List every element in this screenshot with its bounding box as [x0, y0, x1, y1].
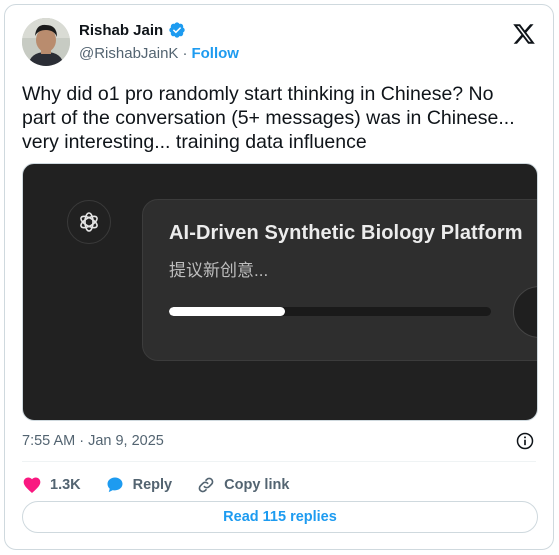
tweet-card: Rishab Jain @RishabJainK · Follow Why di… [4, 4, 554, 550]
copy-link-button[interactable]: Copy link [196, 475, 289, 495]
avatar[interactable] [22, 18, 70, 66]
copy-link-label: Copy link [224, 477, 290, 493]
like-count: 1.3K [50, 477, 81, 493]
follow-button[interactable]: Follow [191, 45, 239, 62]
author-name[interactable]: Rishab Jain [79, 22, 163, 39]
x-logo-icon[interactable] [512, 22, 536, 46]
tweet-text: Why did o1 pro randomly start thinking i… [22, 83, 515, 153]
tweet-media[interactable]: AI-Driven Synthetic Biology Platform 提议新… [22, 163, 538, 421]
progress-fill [169, 307, 285, 316]
like-button[interactable]: 1.3K [22, 475, 81, 495]
reply-bubble-icon [107, 477, 123, 493]
verified-badge-icon [168, 21, 186, 39]
separator-dot: · [182, 45, 188, 62]
reply-label: Reply [132, 477, 173, 493]
chatgpt-logo-icon [67, 200, 111, 244]
link-icon [198, 477, 214, 493]
reasoning-status: 提议新创意... [169, 261, 269, 280]
reasoning-title: AI-Driven Synthetic Biology Platform [169, 222, 523, 244]
read-replies-button[interactable]: Read 115 replies [22, 501, 538, 533]
stop-button [513, 286, 537, 338]
reasoning-card: AI-Driven Synthetic Biology Platform 提议新… [142, 199, 537, 361]
reply-button[interactable]: Reply [105, 475, 173, 495]
timestamp[interactable]: 7:55 AM · Jan 9, 2025 [22, 433, 164, 449]
heart-icon [23, 477, 41, 493]
action-bar: 1.3K Reply Copy link [22, 471, 313, 499]
progress-bar [169, 307, 491, 316]
author-handle[interactable]: @RishabJainK [79, 45, 178, 62]
info-icon[interactable] [515, 431, 535, 451]
divider [22, 461, 536, 462]
